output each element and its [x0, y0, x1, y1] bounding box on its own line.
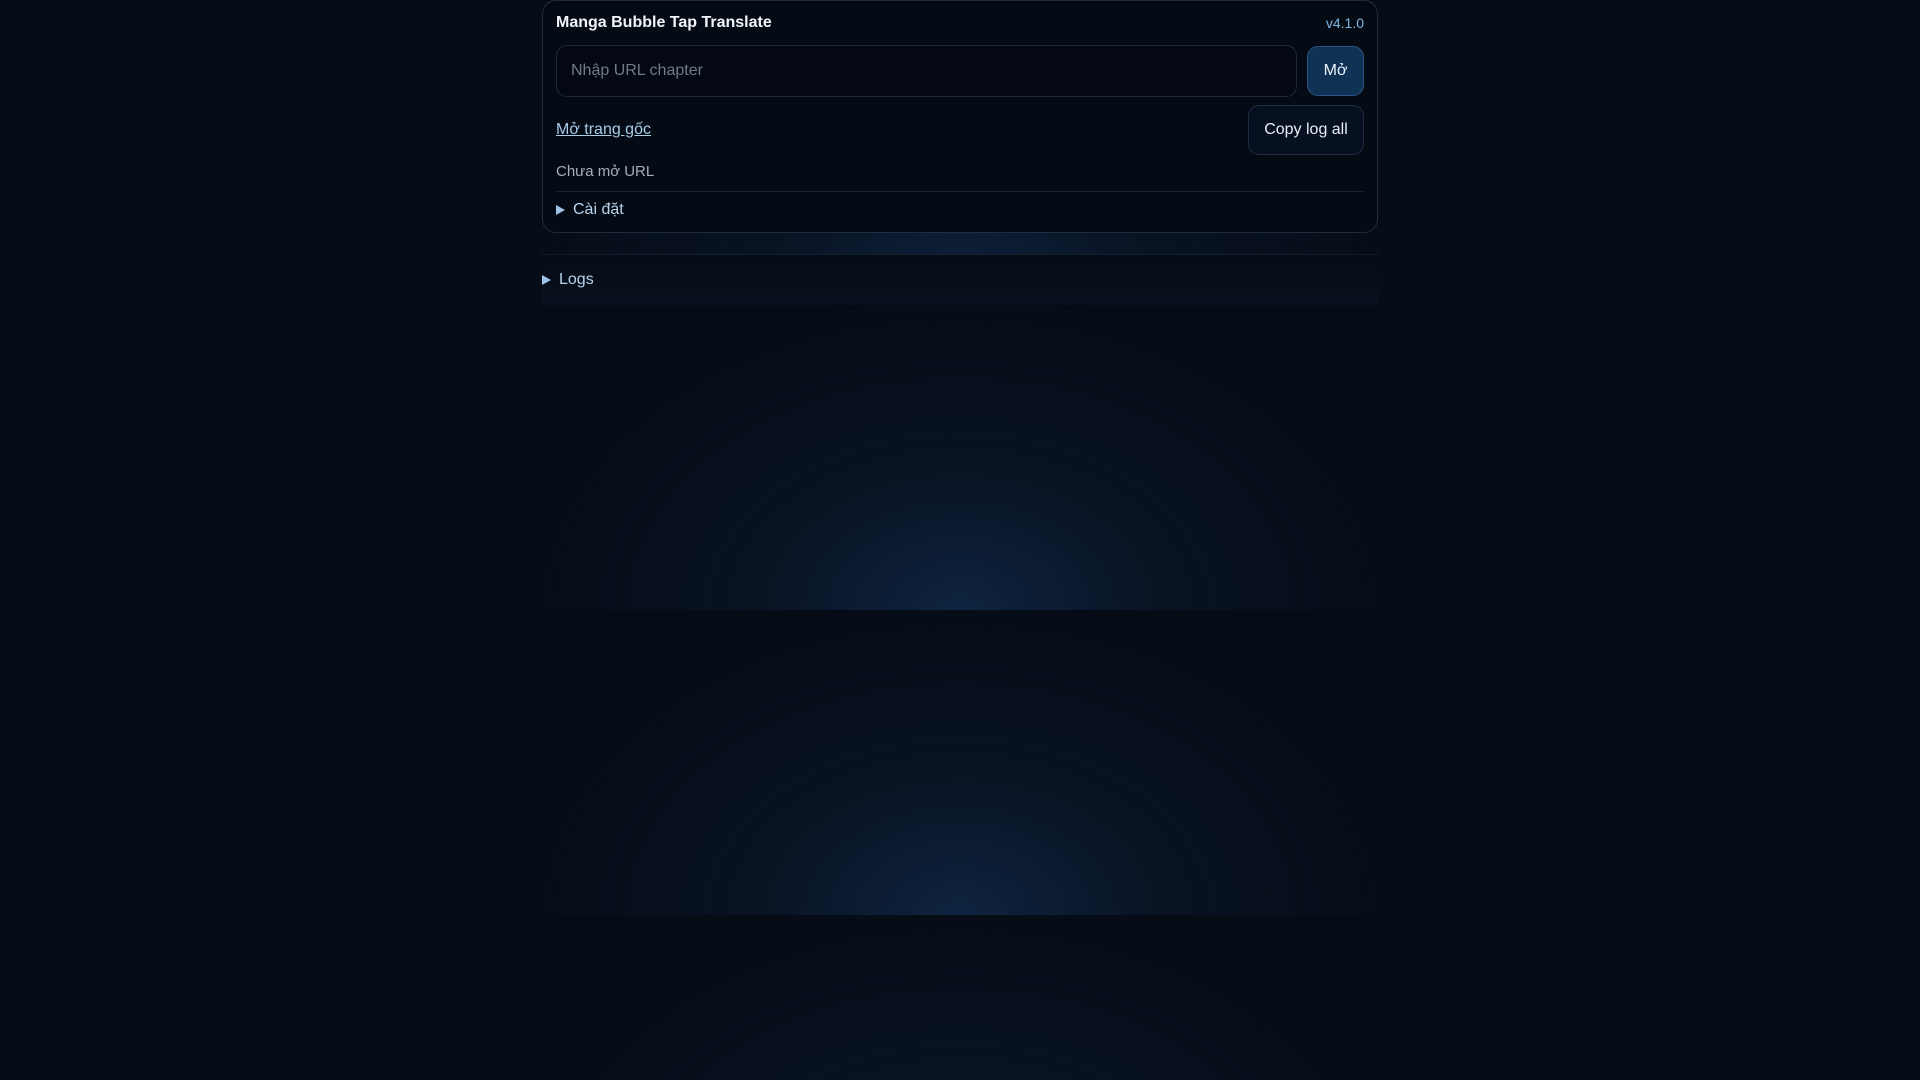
logs-label: Logs [559, 271, 594, 288]
card-header: Manga Bubble Tap Translate v4.1.0 [556, 1, 1364, 45]
main-panel: Manga Bubble Tap Translate v4.1.0 Mở Mở … [542, 0, 1378, 305]
status-text: Chưa mở URL [556, 163, 655, 180]
open-button[interactable]: Mở [1307, 46, 1364, 96]
settings-label: Cài đặt [573, 201, 624, 218]
chapter-url-input[interactable] [556, 45, 1298, 97]
url-row: Mở [556, 45, 1364, 97]
translator-card: Manga Bubble Tap Translate v4.1.0 Mở Mở … [542, 0, 1378, 233]
action-row: Mở trang gốc Copy log all [556, 105, 1364, 155]
divider [556, 191, 1364, 192]
app-title: Manga Bubble Tap Translate [556, 14, 772, 31]
copy-log-all-button[interactable]: Copy log all [1248, 105, 1364, 155]
logs-toggle[interactable]: Logs [542, 255, 1378, 305]
settings-toggle[interactable]: Cài đặt [556, 201, 1364, 219]
disclosure-triangle-icon [556, 205, 565, 215]
version-badge: v4.1.0 [1325, 15, 1364, 31]
disclosure-triangle-icon [542, 275, 551, 285]
open-origin-link[interactable]: Mở trang gốc [556, 121, 651, 139]
